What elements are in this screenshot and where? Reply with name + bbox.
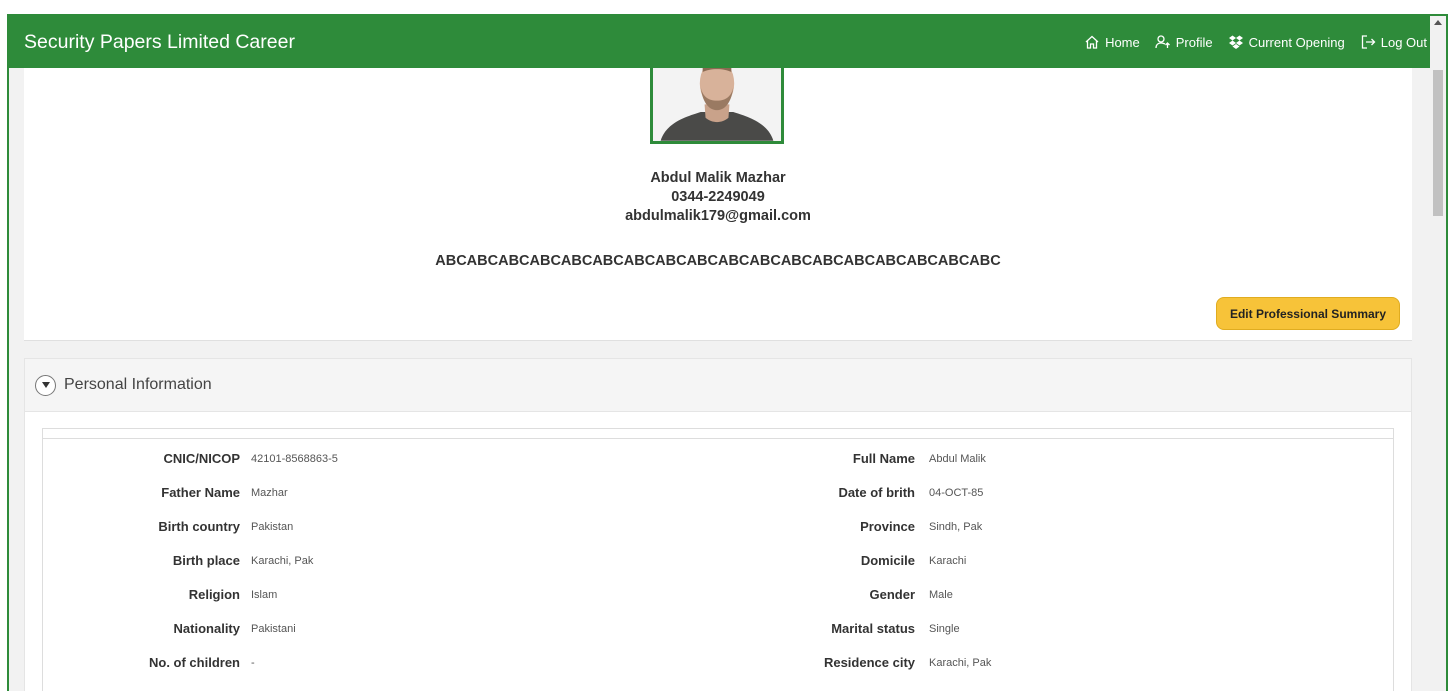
detail-label: Full Name: [852, 451, 915, 466]
table-top-border: [43, 429, 1393, 439]
detail-value: Abdul Malik: [929, 453, 986, 465]
detail-value: Pakistan: [251, 521, 294, 533]
detail-label: Father Name: [161, 485, 240, 500]
detail-label: Birth country: [158, 519, 240, 534]
detail-row: Birth place Karachi, Pak Domicile Karach…: [43, 553, 1393, 573]
vertical-scrollbar[interactable]: [1430, 16, 1446, 691]
detail-row: Father Name Mazhar Date of brith 04-OCT-…: [43, 485, 1393, 505]
detail-label: Gender: [869, 587, 915, 602]
personal-details-table: CNIC/NICOP 42101-8568863-5 Full Name Abd…: [42, 428, 1394, 691]
dropbox-icon: [1228, 35, 1243, 49]
profile-email: abdulmalik179@gmail.com: [625, 208, 811, 224]
edit-professional-summary-button[interactable]: Edit Professional Summary: [1215, 297, 1400, 330]
detail-value: Mazhar: [251, 487, 288, 499]
nav-home-label: Home: [1105, 34, 1140, 50]
detail-value: Single: [929, 623, 960, 635]
detail-row: Religion Islam Gender Male: [43, 587, 1393, 607]
detail-value: Male: [929, 589, 953, 601]
detail-value: Pakistani: [251, 623, 296, 635]
detail-value: Karachi: [929, 555, 967, 567]
nav-logout-label: Log Out: [1380, 34, 1427, 50]
detail-label: Marital status: [831, 621, 915, 636]
detail-label: CNIC/NICOP: [163, 451, 240, 466]
main-content: Abdul Malik Mazhar 0344-2249049 abdulmal…: [9, 64, 1430, 691]
profile-info: Abdul Malik Mazhar 0344-2249049 abdulmal…: [24, 169, 1412, 226]
detail-label: Religion: [188, 587, 240, 602]
detail-value: 42101-8568863-5: [251, 453, 338, 465]
avatar-image: [653, 64, 781, 141]
personal-information-header[interactable]: Personal Information: [25, 359, 1411, 412]
scroll-thumb[interactable]: [1433, 70, 1443, 216]
home-icon: [1085, 35, 1099, 49]
detail-row: CNIC/NICOP 42101-8568863-5 Full Name Abd…: [43, 451, 1393, 471]
collapse-toggle-icon[interactable]: [35, 374, 56, 396]
profile-name: Abdul Malik Mazhar: [650, 170, 786, 186]
detail-row: Birth country Pakistan Province Sindh, P…: [43, 519, 1393, 539]
nav-current-opening[interactable]: Current Opening: [1228, 34, 1345, 50]
nav-links: Home Profile Current Opening Log Out: [1084, 34, 1427, 50]
detail-value: 04-OCT-85: [929, 487, 984, 499]
nav-current-opening-label: Current Opening: [1248, 34, 1345, 50]
logout-icon: [1361, 35, 1376, 49]
scroll-up-icon[interactable]: [1434, 20, 1442, 25]
detail-label: Birth place: [172, 553, 240, 568]
detail-label: Nationality: [173, 621, 240, 636]
detail-value: -: [251, 657, 255, 669]
detail-label: Domicile: [860, 553, 915, 568]
section-title: Personal Information: [64, 376, 212, 393]
detail-label: Residence city: [823, 655, 915, 670]
personal-information-panel: Personal Information CNIC/NICOP 42101-85…: [24, 358, 1412, 691]
profile-card: Abdul Malik Mazhar 0344-2249049 abdulmal…: [24, 64, 1412, 341]
nav-profile-label: Profile: [1175, 34, 1213, 50]
nav-logout[interactable]: Log Out: [1360, 34, 1427, 50]
app-frame: Security Papers Limited Career Home Prof…: [7, 14, 1448, 691]
brand-title[interactable]: Security Papers Limited Career: [24, 31, 295, 54]
detail-label: No. of children: [149, 655, 240, 670]
detail-value: Sindh, Pak: [929, 521, 983, 533]
user-icon: [1155, 35, 1170, 49]
profile-photo: [650, 64, 784, 144]
top-navbar: Security Papers Limited Career Home Prof…: [9, 16, 1446, 68]
nav-profile[interactable]: Profile: [1155, 34, 1213, 50]
profile-phone: 0344-2249049: [671, 189, 765, 205]
detail-value: Karachi, Pak: [929, 657, 992, 669]
detail-row: No. of children - Residence city Karachi…: [43, 655, 1393, 675]
detail-row: Nationality Pakistani Marital status Sin…: [43, 621, 1393, 641]
detail-label: Province: [860, 519, 915, 534]
detail-value: Islam: [251, 589, 278, 601]
nav-home[interactable]: Home: [1084, 34, 1140, 50]
professional-summary: ABCABCABCABCABCABCABCABCABCABCABCABCABCA…: [435, 253, 1001, 269]
detail-label: Date of brith: [838, 485, 915, 500]
detail-value: Karachi, Pak: [251, 555, 314, 567]
